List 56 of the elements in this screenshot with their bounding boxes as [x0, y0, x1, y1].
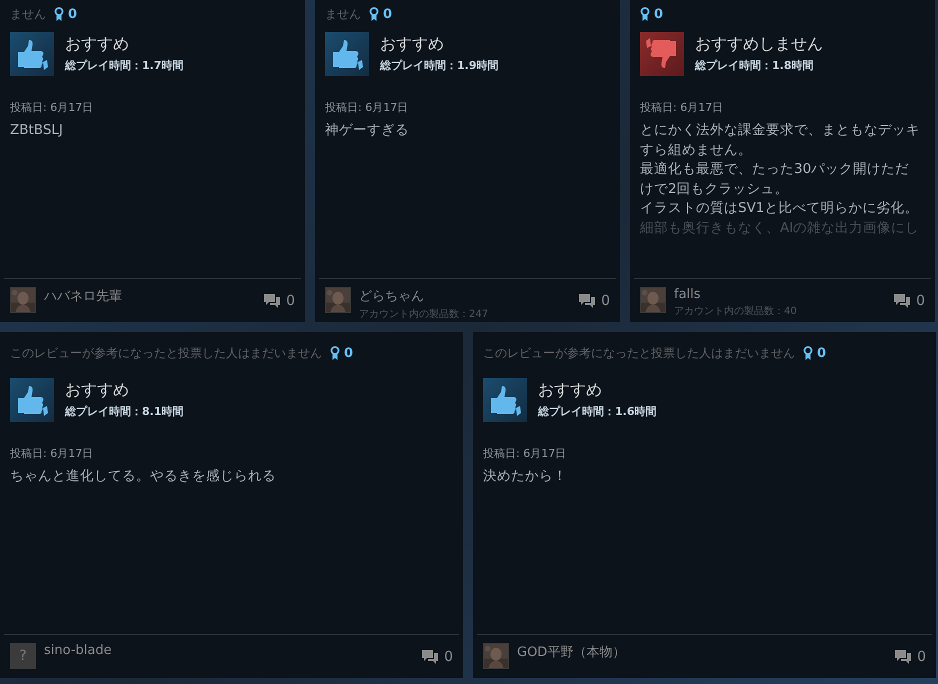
verdict-title: おすすめ	[538, 380, 603, 401]
playtime-text: 総プレイ時間：1.8時間	[695, 58, 814, 73]
award-icon	[803, 346, 813, 360]
comments-icon	[263, 293, 282, 309]
review-text-line: すら組めません。	[640, 140, 753, 160]
comments-icon	[893, 293, 912, 309]
comment-count[interactable]: 0	[421, 649, 453, 665]
review-text-line: けで2回もクラッシュ。	[640, 180, 790, 198]
product-count: アカウント内の製品数：40	[674, 304, 798, 318]
review-text-line: 最適化も最悪で、たった30パック開けただ	[640, 160, 910, 179]
playtime-text: 総プレイ時間：1.6時間	[538, 404, 656, 419]
posted-date: 投稿日: 6月17日	[483, 446, 568, 461]
helpful-text: このレビューが参考になったと投票した人はまだいません	[483, 344, 795, 362]
playtime-text: 総プレイ時間：1.7時間	[65, 58, 184, 73]
review-text-line: ZBtBSLJ	[10, 121, 64, 140]
posted-date: 投稿日: 6月17日	[325, 100, 410, 115]
award-count[interactable]: 0	[369, 6, 392, 22]
review-text-line: ちゃんと進化してる。やるきを感じられる	[10, 467, 277, 486]
review-text-line: イラストの質はSV1と比べて明らかに劣化。	[640, 199, 920, 218]
posted-date: 投稿日: 6月17日	[640, 100, 724, 115]
review-text-line: 神ゲーすぎる	[325, 121, 410, 140]
author-name[interactable]: falls	[674, 287, 886, 302]
comment-count[interactable]: 0	[893, 293, 925, 309]
playtime-text: 総プレイ時間：8.1時間	[65, 404, 184, 419]
award-icon	[640, 7, 650, 21]
verdict-title: おすすめ	[65, 34, 130, 55]
author-name[interactable]: ハバネロ先輩	[44, 287, 256, 305]
verdict-title: おすすめ	[380, 34, 445, 55]
verdict-title: おすすめしません	[695, 34, 823, 55]
author-name[interactable]: どらちゃん	[359, 287, 570, 305]
comments-icon	[578, 293, 596, 309]
review-text-line: 細部も奥行きもなく、AIの雑な出力画像にし	[640, 218, 920, 238]
comments-icon	[894, 649, 912, 665]
review-text-line: とにかく法外な課金要求で、まともなデッキ	[640, 121, 921, 140]
award-icon	[369, 7, 379, 21]
award-count[interactable]: 0	[803, 346, 826, 360]
comment-count[interactable]: 0	[578, 293, 610, 309]
award-count[interactable]: 0	[330, 346, 354, 360]
award-icon	[54, 7, 64, 21]
playtime-text: 総プレイ時間：1.9時間	[380, 58, 498, 73]
product-count: アカウント内の製品数：247	[359, 308, 490, 321]
posted-date: 投稿日: 6月17日	[10, 100, 94, 115]
comment-count[interactable]: 0	[894, 649, 926, 665]
review-text-line: 決めたから！	[483, 467, 568, 486]
award-icon	[330, 346, 340, 360]
helpful-text: ません	[325, 6, 361, 22]
award-count[interactable]: 0	[54, 6, 78, 22]
verdict-title: おすすめ	[65, 380, 130, 401]
comment-count[interactable]: 0	[263, 293, 295, 309]
award-count[interactable]: 0	[640, 6, 664, 22]
helpful-text: ません	[10, 6, 46, 22]
author-name[interactable]: sino-blade	[44, 643, 414, 658]
helpful-text: このレビューが参考になったと投票した人はまだいません	[10, 344, 322, 362]
comments-icon	[421, 649, 440, 665]
posted-date: 投稿日: 6月17日	[10, 446, 94, 461]
author-name[interactable]: GOD平野（本物）	[517, 643, 886, 661]
